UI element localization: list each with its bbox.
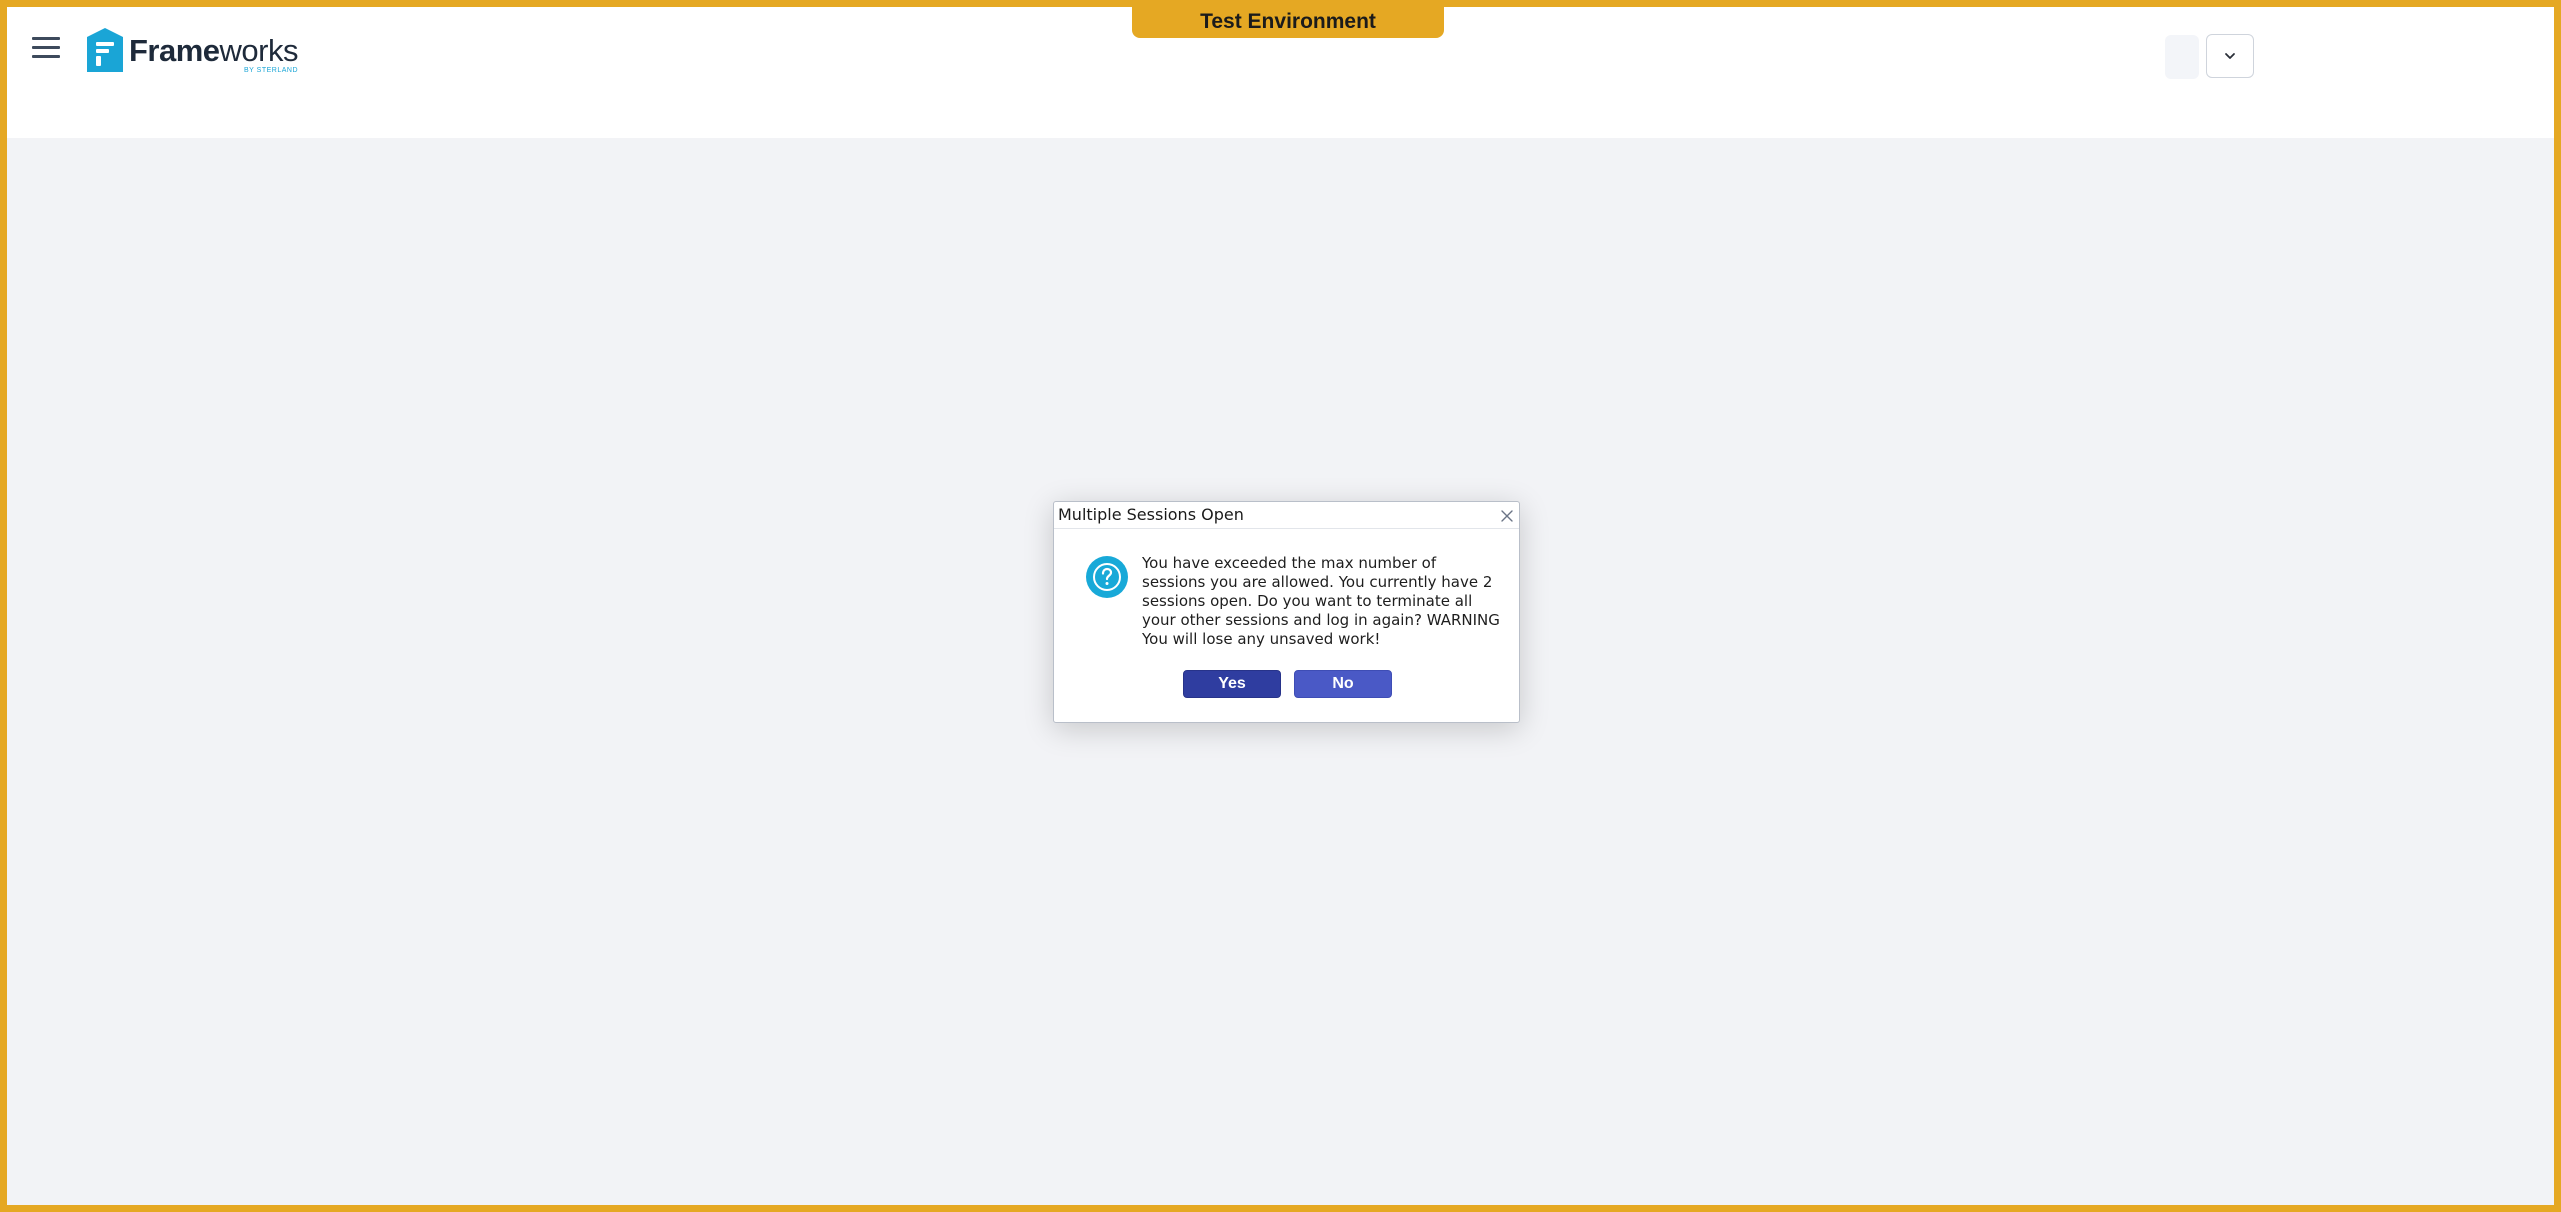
top-header-bar: Frameworks BY STERLAND Test Environment [7,7,2554,138]
dialog-title: Multiple Sessions Open [1058,505,1244,524]
chevron-down-icon [2225,53,2235,59]
dialog-message: You have exceeded the max number of sess… [1142,554,1500,648]
hamburger-menu-icon[interactable] [32,37,60,61]
logo-name-regular: works [219,32,299,68]
header-dropdown-button[interactable] [2206,34,2254,78]
yes-button[interactable]: Yes [1183,670,1281,698]
header-user-placeholder [2165,35,2199,79]
frameworks-logo[interactable]: Frameworks BY STERLAND [87,26,299,74]
close-icon[interactable] [1497,506,1517,526]
question-icon [1086,556,1128,598]
logo-tagline: BY STERLAND [244,66,298,74]
logo-name-bold: Frame [129,32,220,68]
no-button[interactable]: No [1294,670,1392,698]
environment-banner: Test Environment [1132,7,1444,38]
app-window: Frameworks BY STERLAND Test Environment … [0,0,2561,1212]
multiple-sessions-dialog: Multiple Sessions Open You have exceeded… [1053,501,1520,723]
logo-wordmark: Frameworks BY STERLAND [129,32,299,74]
logo-mark-icon [87,28,123,72]
dialog-titlebar: Multiple Sessions Open [1054,502,1519,529]
